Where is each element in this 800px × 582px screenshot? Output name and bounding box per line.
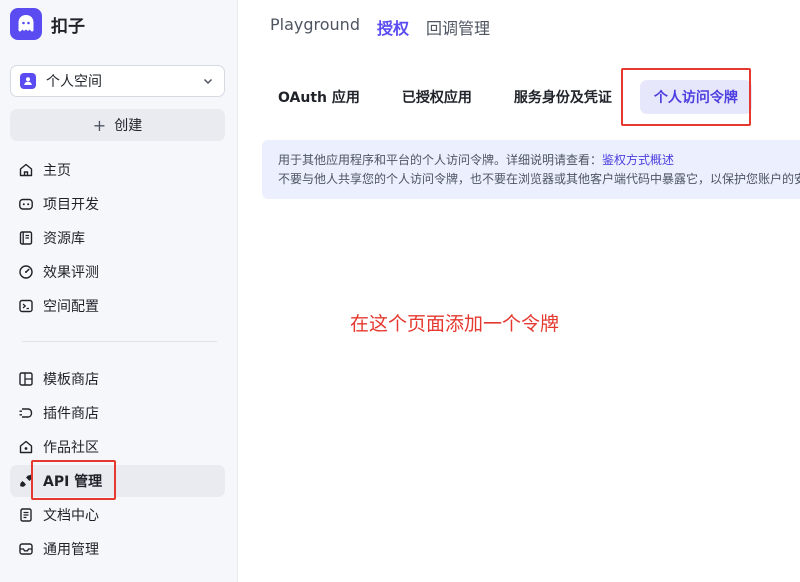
sidebar-item-label: 主页 (43, 163, 71, 179)
top-nav-callback-management[interactable]: 回调管理 (426, 15, 490, 39)
sidebar-item-plugin-store[interactable]: 插件商店 (10, 397, 225, 429)
sidebar-item-docs[interactable]: 文档中心 (10, 499, 225, 531)
sidebar-item-template-store[interactable]: 模板商店 (10, 363, 225, 395)
sidebar-item-label: 通用管理 (43, 542, 99, 558)
top-nav-authorization[interactable]: 授权 (377, 15, 409, 39)
create-button[interactable]: + 创建 (10, 109, 225, 141)
annotation-text: 在这个页面添加一个令牌 (350, 313, 560, 335)
app-name: 扣子 (51, 16, 85, 37)
sidebar-item-label: 模板商店 (43, 372, 99, 388)
tab-oauth-apps[interactable]: OAuth 应用 (264, 80, 374, 114)
sidebar-divider (22, 341, 217, 342)
sidebar-item-library[interactable]: 资源库 (10, 222, 225, 254)
space-selector-label: 个人空间 (46, 74, 102, 90)
community-icon (19, 440, 33, 454)
info-notice: 用于其他应用程序和平台的个人访问令牌。详细说明请查看：鉴权方式概述 不要与他人共… (262, 140, 800, 199)
sidebar-item-label: 项目开发 (43, 197, 99, 213)
top-nav-playground[interactable]: Playground (270, 15, 360, 39)
sidebar-item-label: 空间配置 (43, 299, 99, 315)
terminal-icon (19, 299, 33, 313)
library-icon (19, 231, 33, 245)
top-nav: Playground 授权 回调管理 (270, 15, 490, 39)
template-icon (19, 372, 33, 386)
inbox-icon (19, 543, 33, 555)
user-icon (20, 73, 36, 89)
brand[interactable]: 扣子 (10, 8, 85, 40)
sidebar-item-label: 效果评测 (43, 265, 99, 281)
auth-overview-link[interactable]: 鉴权方式概述 (602, 153, 674, 167)
plugin-icon (19, 408, 33, 418)
bot-icon (19, 198, 33, 210)
notice-text: 用于其他应用程序和平台的个人访问令牌。详细说明请查看： (278, 153, 603, 167)
coze-logo-icon (10, 8, 42, 40)
annotation-box-tab (621, 68, 751, 126)
sidebar-item-space-config[interactable]: 空间配置 (10, 290, 225, 322)
notice-line-1: 用于其他应用程序和平台的个人访问令牌。详细说明请查看：鉴权方式概述 (278, 151, 800, 170)
tab-service-identity[interactable]: 服务身份及凭证 (500, 80, 626, 114)
sidebar-item-home[interactable]: 主页 (10, 154, 225, 186)
sidebar-item-general-settings[interactable]: 通用管理 (10, 533, 225, 565)
sidebar-item-label: 作品社区 (43, 440, 99, 456)
chevron-down-icon (203, 78, 213, 85)
primary-nav: 主页 项目开发 资源库 效果评测 空间配置 (10, 154, 225, 324)
sidebar-item-community[interactable]: 作品社区 (10, 431, 225, 463)
home-icon (19, 163, 33, 177)
plus-icon: + (92, 115, 107, 135)
space-selector[interactable]: 个人空间 (10, 65, 225, 97)
tab-authorized-apps[interactable]: 已授权应用 (388, 80, 486, 114)
sidebar-item-evaluation[interactable]: 效果评测 (10, 256, 225, 288)
create-button-label: 创建 (114, 118, 143, 134)
sidebar-item-projects[interactable]: 项目开发 (10, 188, 225, 220)
annotation-box-api (31, 460, 116, 500)
gauge-icon (19, 265, 33, 279)
document-icon (20, 508, 32, 522)
sidebar-item-label: 插件商店 (43, 406, 99, 422)
sidebar-item-label: 资源库 (43, 231, 85, 247)
sidebar-item-label: 文档中心 (43, 508, 99, 524)
notice-line-2: 不要与他人共享您的个人访问令牌，也不要在浏览器或其他客户端代码中暴露它，以保护您… (278, 172, 800, 186)
